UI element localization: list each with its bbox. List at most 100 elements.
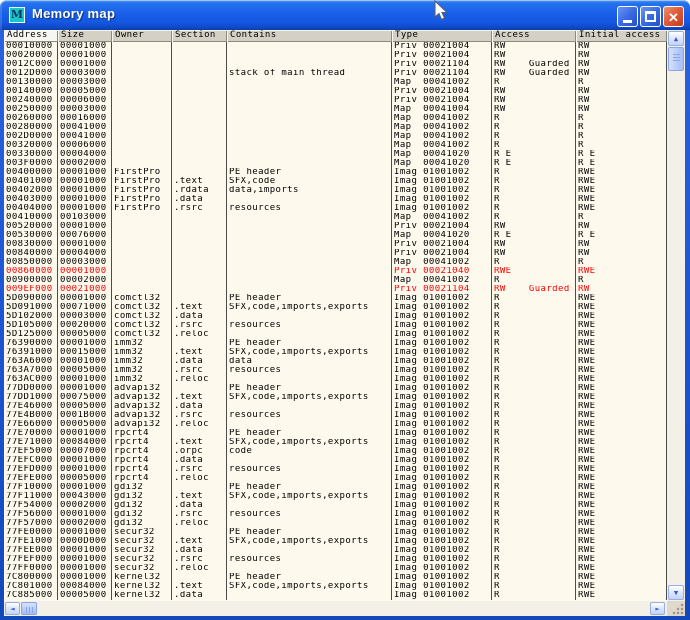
- column-header-initial-access[interactable]: Initial access: [576, 30, 667, 42]
- column-header-section[interactable]: Section: [172, 30, 227, 42]
- scroll-up-button[interactable]: ▲: [668, 31, 684, 46]
- column-header-address[interactable]: Address: [4, 30, 58, 42]
- column-header-access[interactable]: Access: [492, 30, 576, 42]
- table-row[interactable]: 009EF00000021000Priv 00021104RW GuardedR…: [4, 285, 667, 294]
- table-row[interactable]: 0024000000006000Priv 00021004RWRW: [4, 96, 667, 105]
- vertical-scrollbar-thumb[interactable]: [668, 47, 684, 71]
- table-row[interactable]: 77F5400000002000gdi32.dataImag 01001002R…: [4, 501, 667, 510]
- table-row[interactable]: 0012C00000001000Priv 00021104RW GuardedR…: [4, 60, 667, 69]
- table-row[interactable]: 77E7000000001000rpcrt4PE headerImag 0100…: [4, 429, 667, 438]
- cell-contains: [227, 456, 392, 465]
- column-header-type[interactable]: Type: [392, 30, 492, 42]
- cell-initial: RWE: [576, 348, 667, 357]
- table-row[interactable]: 0014000000005000Priv 00021004RWRW: [4, 87, 667, 96]
- scroll-down-button[interactable]: ▼: [668, 585, 684, 600]
- column-header-contains[interactable]: Contains: [227, 30, 392, 42]
- table-row[interactable]: 0083000000001000Priv 00021004RWRW: [4, 240, 667, 249]
- cell-access: RW: [492, 249, 576, 258]
- table-row[interactable]: 5D12500000005000comctl32.relocImag 01001…: [4, 330, 667, 339]
- table-row[interactable]: 77F5700000002000gdi32.relocImag 01001002…: [4, 519, 667, 528]
- cell-type: Imag 01001002: [392, 510, 492, 519]
- table-row[interactable]: 77E4B0000001B000advapi32.rsrcresourcesIm…: [4, 411, 667, 420]
- table-row[interactable]: 77EFD00000001000rpcrt4.rsrcresourcesImag…: [4, 465, 667, 474]
- table-row[interactable]: 77E4600000005000advapi32.dataImag 010010…: [4, 402, 667, 411]
- cell-size: 00003000: [58, 312, 112, 321]
- table-row[interactable]: 0041000000103000Map 00041002RR: [4, 213, 667, 222]
- cell-contains: resources: [227, 510, 392, 519]
- table-row[interactable]: 0085000000003000Map 00041002RR: [4, 258, 667, 267]
- table-row[interactable]: 77FE10000000D000secur32.textSFX,code,imp…: [4, 537, 667, 546]
- maximize-button[interactable]: [640, 6, 661, 27]
- table-row[interactable]: 77EFE00000005000rpcrt4.relocImag 0100100…: [4, 474, 667, 483]
- table-row[interactable]: 77E7100000084000rpcrt4.textSFX,code,impo…: [4, 438, 667, 447]
- table-row[interactable]: 7639100000015000imm32.textSFX,code,impor…: [4, 348, 667, 357]
- cell-section: [172, 69, 227, 78]
- cell-initial: RWE: [576, 330, 667, 339]
- table-row[interactable]: 7C80000000001000kernel32PE headerImag 01…: [4, 573, 667, 582]
- scroll-left-button[interactable]: ◄: [5, 602, 20, 615]
- scroll-right-button[interactable]: ►: [650, 602, 665, 615]
- table-row[interactable]: 5D10200000003000comctl32.dataImag 010010…: [4, 312, 667, 321]
- table-row[interactable]: 7C80100000084000kernel32.textSFX,code,im…: [4, 582, 667, 591]
- cell-section: [172, 159, 227, 168]
- minimize-button[interactable]: [617, 6, 638, 27]
- table-row[interactable]: 7639000000001000imm32PE headerImag 01001…: [4, 339, 667, 348]
- cell-access: R: [492, 411, 576, 420]
- ollydbg-window-icon[interactable]: M: [9, 7, 25, 23]
- cell-size: 00103000: [58, 213, 112, 222]
- table-row[interactable]: 0032000000006000Map 00041002RR: [4, 141, 667, 150]
- table-row[interactable]: 0001000000001000Priv 00021004RWRW: [4, 42, 667, 51]
- table-row[interactable]: 77F1000000001000gdi32PE headerImag 01001…: [4, 483, 667, 492]
- table-row[interactable]: 0002000000001000Priv 00021004RWRW: [4, 51, 667, 60]
- table-row[interactable]: 0028000000041000Map 00041002RR: [4, 123, 667, 132]
- table-row[interactable]: 0053000000076000Map 00041020R ER E: [4, 231, 667, 240]
- table-row[interactable]: 0026000000016000Map 00041002RR: [4, 114, 667, 123]
- table-row[interactable]: 77F5600000001000gdi32.rsrcresourcesImag …: [4, 510, 667, 519]
- table-row[interactable]: 0012D00000003000stack of main threadPriv…: [4, 69, 667, 78]
- table-row[interactable]: 002D000000041000Map 00041002RR: [4, 132, 667, 141]
- table-row[interactable]: 77EF500000007000rpcrt4.orpccodeImag 0100…: [4, 447, 667, 456]
- table-row[interactable]: 0040400000001000FirstPro.rsrcresourcesIm…: [4, 204, 667, 213]
- horizontal-scrollbar-thumb[interactable]: [21, 602, 37, 615]
- table-row[interactable]: 0033000000004000Map 00041020R ER E: [4, 150, 667, 159]
- table-row[interactable]: 763A600000001000imm32.datadataImag 01001…: [4, 357, 667, 366]
- table-row[interactable]: 0090000000002000Map 00041002RR: [4, 276, 667, 285]
- cell-owner: secur32: [112, 537, 172, 546]
- table-row[interactable]: 7C88500000005000kernel32.dataImag 010010…: [4, 591, 667, 600]
- table-row[interactable]: 0040000000001000FirstProPE headerImag 01…: [4, 168, 667, 177]
- table-row[interactable]: 763AC00000001000imm32.relocImag 01001002…: [4, 375, 667, 384]
- table-row[interactable]: 77DD000000001000advapi32PE headerImag 01…: [4, 384, 667, 393]
- table-row[interactable]: 5D09100000071000comctl32.textSFX,code,im…: [4, 303, 667, 312]
- cell-contains: SFX,code: [227, 177, 392, 186]
- close-button[interactable]: ✕: [663, 6, 684, 27]
- table-row[interactable]: 0013000000003000Map 00041002RR: [4, 78, 667, 87]
- table-row[interactable]: 77F1100000043000gdi32.textSFX,code,impor…: [4, 492, 667, 501]
- resize-grip[interactable]: [672, 603, 684, 615]
- table-row[interactable]: 5D10500000020000comctl32.rsrcresourcesIm…: [4, 321, 667, 330]
- table-row[interactable]: 77FEE00000001000secur32.dataImag 0100100…: [4, 546, 667, 555]
- cell-initial: RWE: [576, 384, 667, 393]
- table-row[interactable]: 0084000000004000Priv 00021004RWRW: [4, 249, 667, 258]
- table-row[interactable]: 5D09000000001000comctl32PE headerImag 01…: [4, 294, 667, 303]
- vertical-scrollbar[interactable]: ▲ ▼: [667, 30, 685, 601]
- column-header-owner[interactable]: Owner: [112, 30, 172, 42]
- cell-section: [172, 240, 227, 249]
- table-row[interactable]: 0086000000001000Priv 00021040RWERWE: [4, 267, 667, 276]
- table-row[interactable]: 0040200000001000FirstPro.rdatadata,impor…: [4, 186, 667, 195]
- horizontal-scrollbar[interactable]: ◄ ►: [4, 601, 667, 616]
- table-row[interactable]: 0040300000001000FirstPro.dataImag 010010…: [4, 195, 667, 204]
- column-header-size[interactable]: Size: [58, 30, 112, 42]
- table-row[interactable]: 763A700000005000imm32.rsrcresourcesImag …: [4, 366, 667, 375]
- table-row[interactable]: 77FEF00000001000secur32.rsrcresourcesIma…: [4, 555, 667, 564]
- table-row[interactable]: 0052000000001000Priv 00021004RWRW: [4, 222, 667, 231]
- table-row[interactable]: 77EFC00000001000rpcrt4.dataImag 01001002…: [4, 456, 667, 465]
- table-row[interactable]: 77E6600000005000advapi32.relocImag 01001…: [4, 420, 667, 429]
- titlebar[interactable]: M Memory map ✕: [0, 0, 690, 30]
- table-row[interactable]: 0025000000003000Map 00041004RWRW: [4, 105, 667, 114]
- table-row[interactable]: 0040100000001000FirstPro.textSFX,codeIma…: [4, 177, 667, 186]
- table-row[interactable]: 77FF000000001000secur32.relocImag 010010…: [4, 564, 667, 573]
- table-row[interactable]: 77FE000000001000secur32PE headerImag 010…: [4, 528, 667, 537]
- cell-owner: [112, 42, 172, 51]
- table-row[interactable]: 77DD100000075000advapi32.textSFX,code,im…: [4, 393, 667, 402]
- table-row[interactable]: 003F000000002000Map 00041020R ER E: [4, 159, 667, 168]
